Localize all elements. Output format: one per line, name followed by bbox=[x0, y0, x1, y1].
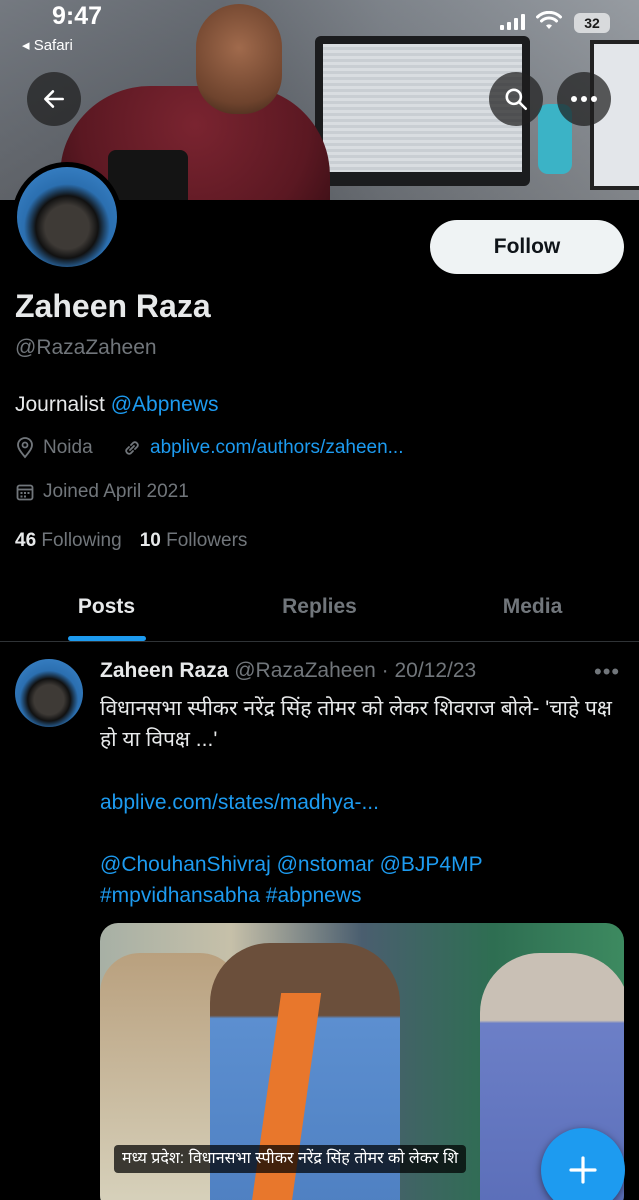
tab-posts[interactable]: Posts bbox=[0, 572, 213, 641]
link-icon bbox=[122, 438, 142, 458]
back-to-safari[interactable]: ◂ Safari bbox=[22, 36, 73, 54]
post-hashtags[interactable]: @ChouhanShivraj @nstomar @BJP4MP #mpvidh… bbox=[100, 849, 625, 911]
wifi-icon bbox=[536, 11, 562, 29]
profile-location: Noida bbox=[15, 437, 93, 459]
status-time: 9:47 bbox=[52, 2, 103, 30]
image-caption: मध्य प्रदेश: विधानसभा स्पीकर नरेंद्र सिं… bbox=[114, 1145, 467, 1173]
profile-name: Zaheen Raza bbox=[15, 288, 211, 324]
location-pin-icon bbox=[15, 437, 35, 459]
profile-avatar[interactable] bbox=[12, 162, 122, 272]
status-bar: 9:47 ◂ Safari 32 bbox=[0, 0, 639, 60]
profile-tabs: Posts Replies Media bbox=[0, 572, 639, 642]
post-author-name[interactable]: Zaheen Raza bbox=[100, 659, 228, 682]
battery-indicator: 32 bbox=[574, 13, 610, 33]
tab-replies[interactable]: Replies bbox=[213, 572, 426, 641]
profile-handle: @RazaZaheen bbox=[15, 336, 157, 359]
profile-joined: Joined April 2021 bbox=[15, 481, 189, 503]
follow-button[interactable]: Follow bbox=[430, 220, 624, 274]
calendar-icon bbox=[15, 482, 35, 502]
profile-website[interactable]: abplive.com/authors/zaheen... bbox=[122, 437, 404, 459]
following-link[interactable]: 46 Following bbox=[15, 530, 122, 552]
post-author-avatar[interactable] bbox=[15, 659, 83, 727]
cellular-signal-icon bbox=[500, 14, 525, 30]
profile-bio: Journalist @Abpnews bbox=[15, 393, 218, 417]
back-button[interactable] bbox=[27, 72, 81, 126]
banner-chair bbox=[108, 150, 188, 200]
post-link[interactable]: abplive.com/states/madhya-... bbox=[100, 791, 379, 815]
profile-counts: 46 Following 10 Followers bbox=[15, 530, 247, 552]
followers-link[interactable]: 10 Followers bbox=[140, 530, 248, 552]
bio-mention-link[interactable]: @Abpnews bbox=[111, 393, 219, 416]
plus-icon bbox=[569, 1156, 597, 1184]
bio-text: Journalist bbox=[15, 393, 105, 416]
more-options-button[interactable] bbox=[557, 72, 611, 126]
search-button[interactable] bbox=[489, 72, 543, 126]
joined-text: Joined April 2021 bbox=[43, 481, 189, 502]
website-url[interactable]: abplive.com/authors/zaheen... bbox=[150, 437, 404, 459]
post-text: विधानसभा स्पीकर नरेंद्र सिंह तोमर को लेक… bbox=[100, 697, 612, 751]
post-item[interactable]: Zaheen Raza @RazaZaheen · 20/12/23 ••• व… bbox=[0, 643, 639, 1200]
arrow-left-icon bbox=[44, 90, 64, 108]
location-text: Noida bbox=[43, 437, 93, 458]
post-author-handle[interactable]: @RazaZaheen · 20/12/23 bbox=[234, 659, 476, 682]
search-icon bbox=[505, 88, 528, 111]
more-horizontal-icon bbox=[571, 96, 597, 102]
post-more-icon[interactable]: ••• bbox=[594, 659, 620, 685]
tab-media[interactable]: Media bbox=[426, 572, 639, 641]
post-header: Zaheen Raza @RazaZaheen · 20/12/23 bbox=[100, 659, 476, 683]
